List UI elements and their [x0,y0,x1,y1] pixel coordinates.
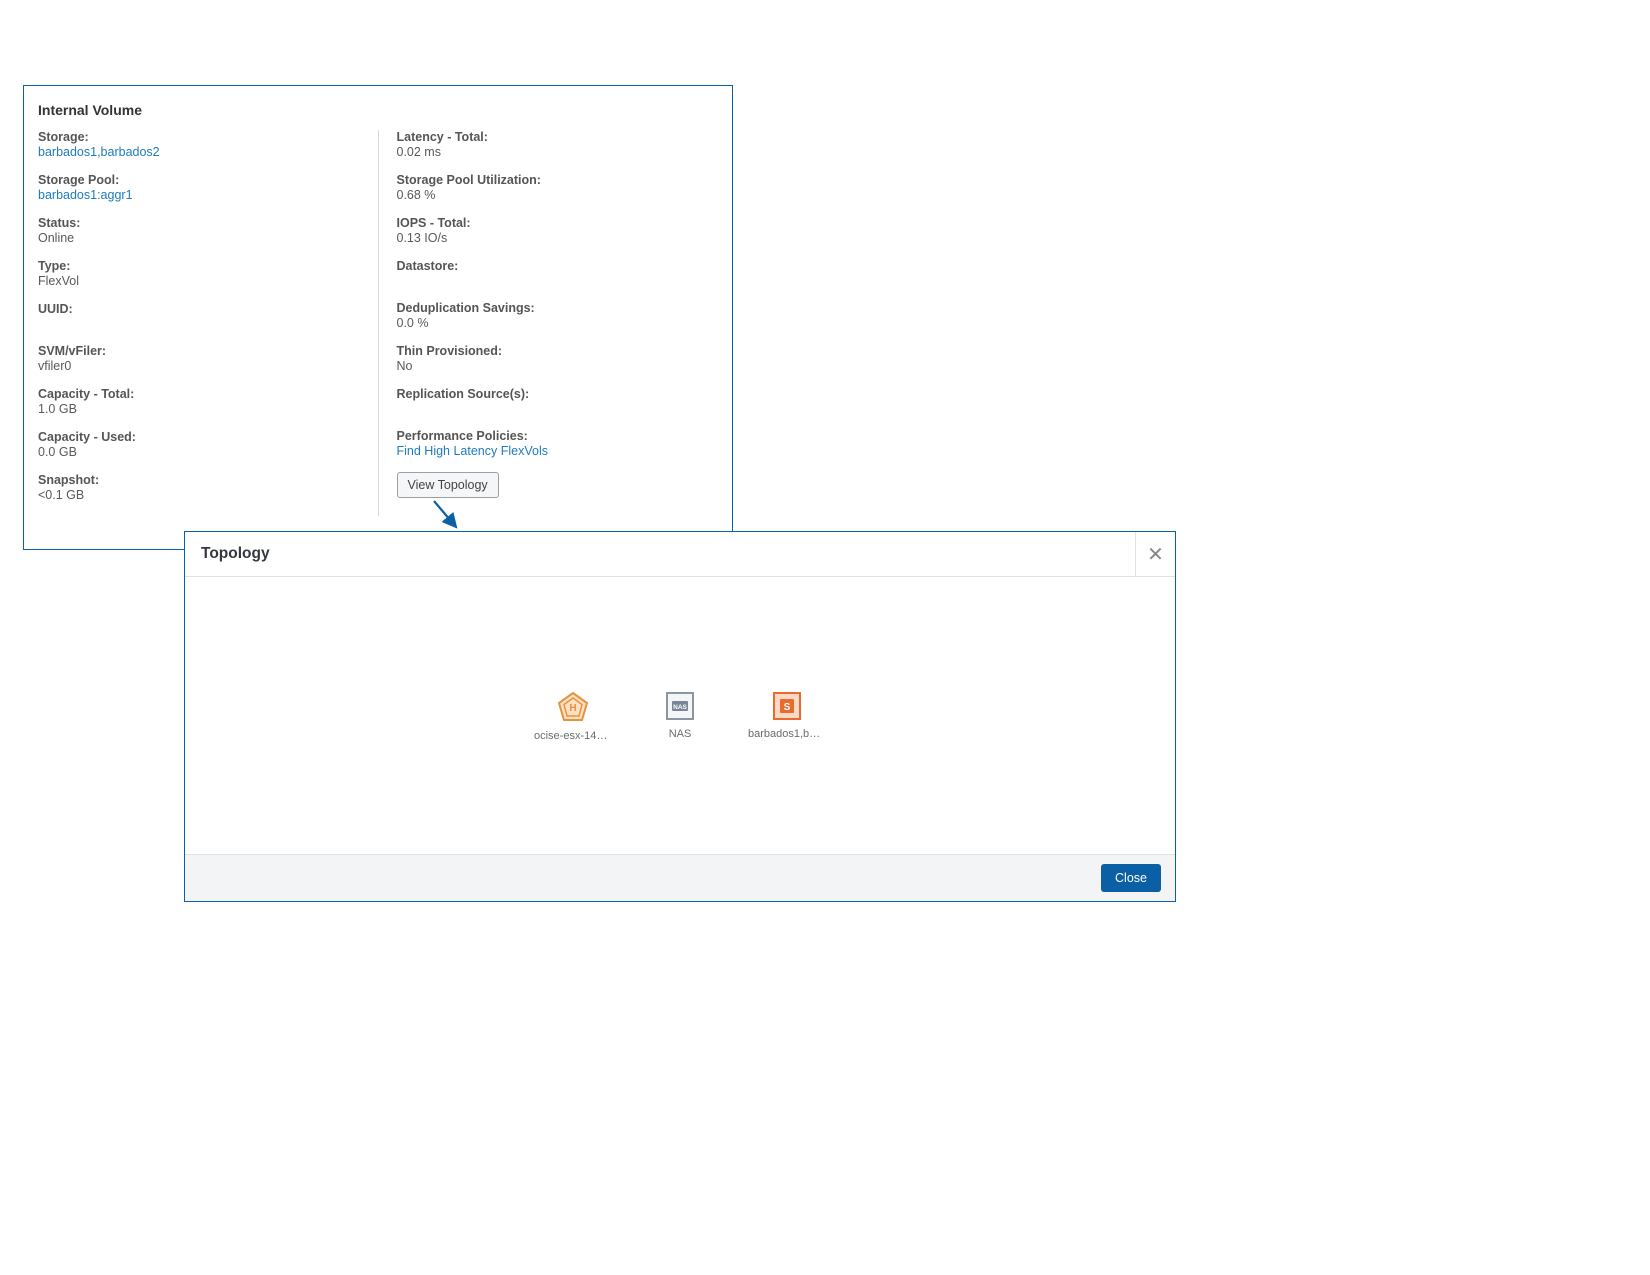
value-capacity-used: 0.0 GB [38,445,360,459]
details-column-right: Latency - Total: 0.02 ms Storage Pool Ut… [378,130,719,516]
dialog-title: Topology [185,532,1135,576]
value-status: Online [38,231,360,245]
topology-node-storage[interactable]: S barbados1,bar… [748,692,826,740]
field-type: Type: FlexVol [38,259,360,288]
host-icon: H [557,692,589,722]
field-latency: Latency - Total: 0.02 ms [397,130,719,159]
value-snapshot: <0.1 GB [38,488,360,502]
topology-arrow-icon [704,692,748,704]
field-svm: SVM/vFiler: vfiler0 [38,344,360,373]
field-uuid: UUID: [38,302,360,316]
topology-node-nas[interactable]: NAS NAS [656,692,704,740]
topology-node-host[interactable]: H ocise-esx-1431… [534,692,612,742]
node-label-host: ocise-esx-1431… [534,730,612,742]
field-view-topology: View Topology [397,472,719,498]
value-thin: No [397,359,719,373]
field-repl: Replication Source(s): [397,387,719,401]
dialog-header: Topology ✕ [185,532,1175,577]
dialog-body: H ocise-esx-1431… NAS [185,577,1175,854]
field-thin: Thin Provisioned: No [397,344,719,373]
field-datastore: Datastore: [397,259,719,273]
label-iops: IOPS - Total: [397,216,719,230]
label-capacity-total: Capacity - Total: [38,387,360,401]
dialog-footer: Close [185,854,1175,901]
label-latency: Latency - Total: [397,130,719,144]
close-button[interactable]: Close [1101,864,1161,892]
svg-text:NAS: NAS [673,704,687,711]
label-type: Type: [38,259,360,273]
field-status: Status: Online [38,216,360,245]
value-dedup: 0.0 % [397,316,719,330]
label-datastore: Datastore: [397,259,719,273]
field-perf-policies: Performance Policies: Find High Latency … [397,429,719,458]
label-snapshot: Snapshot: [38,473,360,487]
label-svm: SVM/vFiler: [38,344,360,358]
panel-body: Storage: barbados1,barbados2 Storage Poo… [24,128,732,530]
topology-graph: H ocise-esx-1431… NAS [534,692,826,742]
label-repl: Replication Source(s): [397,387,719,401]
topology-arrow-icon [612,692,656,704]
field-storage: Storage: barbados1,barbados2 [38,130,360,159]
node-label-storage: barbados1,bar… [748,728,826,740]
label-uuid: UUID: [38,302,360,316]
svg-text:S: S [784,702,791,713]
field-sp-util: Storage Pool Utilization: 0.68 % [397,173,719,202]
label-thin: Thin Provisioned: [397,344,719,358]
field-storage-pool: Storage Pool: barbados1:aggr1 [38,173,360,202]
internal-volume-panel: Internal Volume Storage: barbados1,barba… [23,85,733,550]
svg-text:H: H [569,703,576,714]
value-type: FlexVol [38,274,360,288]
topology-dialog: Topology ✕ H ocise-esx-1431… [184,531,1176,902]
field-snapshot: Snapshot: <0.1 GB [38,473,360,502]
details-column-left: Storage: barbados1,barbados2 Storage Poo… [38,130,378,516]
dialog-close-button[interactable]: ✕ [1135,532,1175,576]
field-dedup: Deduplication Savings: 0.0 % [397,301,719,330]
label-dedup: Deduplication Savings: [397,301,719,315]
nas-icon: NAS [666,692,694,720]
storage-icon: S [773,692,801,720]
link-storage[interactable]: barbados1,barbados2 [38,145,360,159]
link-storage-pool[interactable]: barbados1:aggr1 [38,188,360,202]
label-perf-policies: Performance Policies: [397,429,719,443]
view-topology-button[interactable]: View Topology [397,472,499,498]
value-capacity-total: 1.0 GB [38,402,360,416]
label-status: Status: [38,216,360,230]
label-storage-pool: Storage Pool: [38,173,360,187]
label-sp-util: Storage Pool Utilization: [397,173,719,187]
close-icon: ✕ [1147,542,1164,567]
label-capacity-used: Capacity - Used: [38,430,360,444]
value-svm: vfiler0 [38,359,360,373]
value-iops: 0.13 IO/s [397,231,719,245]
link-perf-policies[interactable]: Find High Latency FlexVols [397,444,719,458]
value-sp-util: 0.68 % [397,188,719,202]
field-iops: IOPS - Total: 0.13 IO/s [397,216,719,245]
node-label-nas: NAS [656,728,704,740]
panel-title: Internal Volume [24,86,732,128]
field-capacity-used: Capacity - Used: 0.0 GB [38,430,360,459]
value-latency: 0.02 ms [397,145,719,159]
label-storage: Storage: [38,130,360,144]
field-capacity-total: Capacity - Total: 1.0 GB [38,387,360,416]
